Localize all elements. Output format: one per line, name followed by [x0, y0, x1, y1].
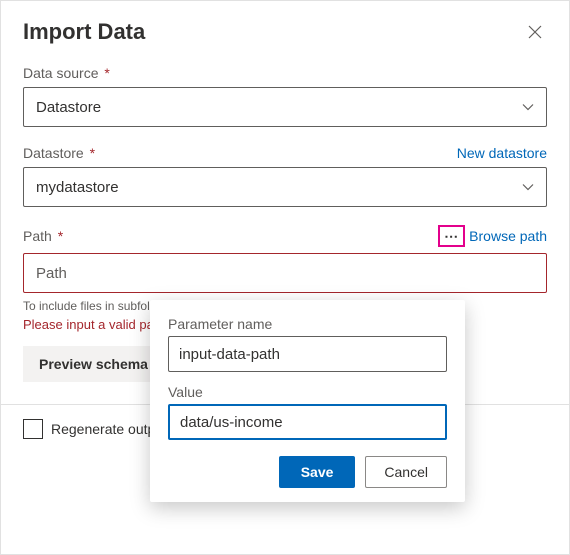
- data-source-value: Datastore: [36, 99, 101, 116]
- path-placeholder: Path: [36, 265, 67, 282]
- parameter-name-input[interactable]: [168, 336, 447, 372]
- preview-schema-button[interactable]: Preview schema: [23, 346, 164, 382]
- datastore-label: Datastore *: [23, 145, 95, 161]
- dialog-header: Import Data: [23, 19, 547, 45]
- required-marker: *: [54, 228, 63, 244]
- datastore-label-row: Datastore * New datastore: [23, 145, 547, 161]
- cancel-button[interactable]: Cancel: [365, 456, 447, 488]
- popover-button-row: Save Cancel: [168, 456, 447, 488]
- browse-path-link[interactable]: Browse path: [469, 228, 547, 244]
- path-options-button[interactable]: ⋯: [438, 225, 465, 247]
- path-link-group: ⋯ Browse path: [438, 225, 547, 247]
- path-label: Path *: [23, 228, 63, 244]
- save-button[interactable]: Save: [279, 456, 356, 488]
- required-marker: *: [100, 65, 109, 81]
- chevron-down-icon: [522, 101, 534, 113]
- data-source-select[interactable]: Datastore: [23, 87, 547, 127]
- regenerate-checkbox[interactable]: [23, 419, 43, 439]
- path-label-row: Path * ⋯ Browse path: [23, 225, 547, 247]
- datastore-select[interactable]: mydatastore: [23, 167, 547, 207]
- datastore-value: mydatastore: [36, 179, 119, 196]
- data-source-label: Data source *: [23, 65, 547, 81]
- path-input[interactable]: Path: [23, 253, 547, 293]
- value-input[interactable]: [168, 404, 447, 440]
- new-datastore-link[interactable]: New datastore: [457, 145, 547, 161]
- close-button[interactable]: [523, 20, 547, 44]
- ellipsis-icon: ⋯: [444, 228, 459, 245]
- parameter-name-label: Parameter name: [168, 316, 447, 332]
- chevron-down-icon: [522, 181, 534, 193]
- dialog-title: Import Data: [23, 19, 145, 45]
- value-label: Value: [168, 384, 447, 400]
- parameter-popover: Parameter name Value Save Cancel: [150, 300, 465, 502]
- close-icon: [528, 25, 542, 39]
- required-marker: *: [86, 145, 95, 161]
